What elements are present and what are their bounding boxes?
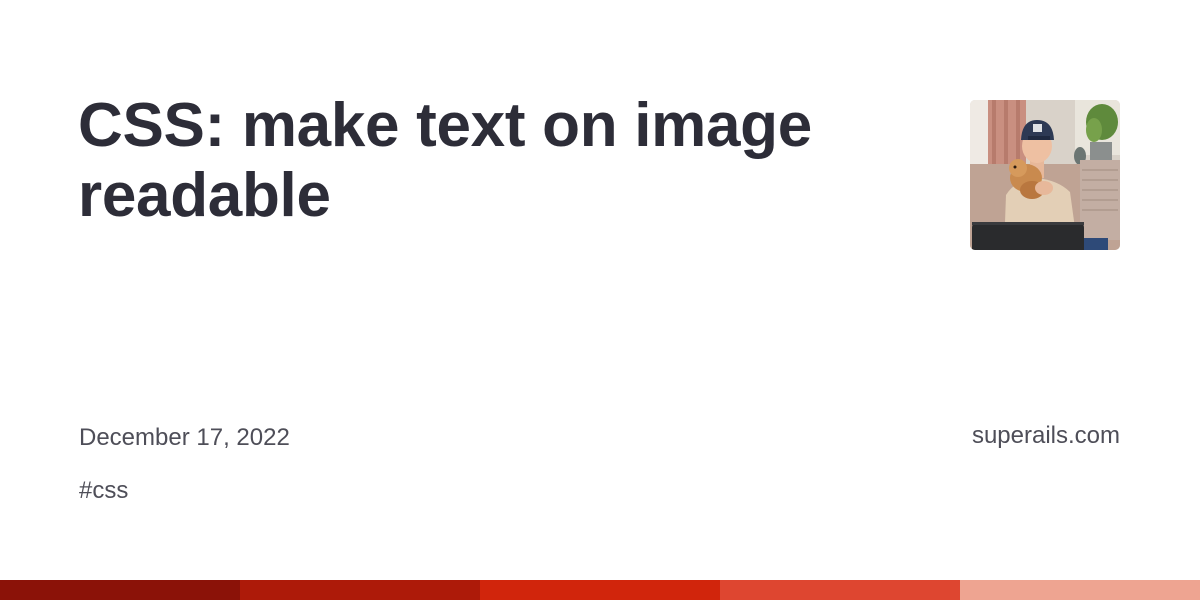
stripe-segment-4	[720, 580, 960, 600]
post-date: December 17, 2022	[79, 424, 290, 451]
site-domain: superails.com	[971, 422, 1120, 449]
stripe-segment-2	[240, 580, 480, 600]
stripe-segment-5	[960, 580, 1200, 600]
social-card: CSS: make text on image readable Decembe…	[0, 0, 1200, 600]
author-avatar	[970, 100, 1120, 250]
stripe-segment-3	[480, 580, 720, 600]
author-photo-icon	[970, 100, 1120, 250]
brand-color-stripe	[0, 580, 1200, 600]
post-title: CSS: make text on image readable	[78, 91, 812, 230]
post-tag: #css	[79, 477, 129, 504]
stripe-segment-1	[0, 580, 240, 600]
